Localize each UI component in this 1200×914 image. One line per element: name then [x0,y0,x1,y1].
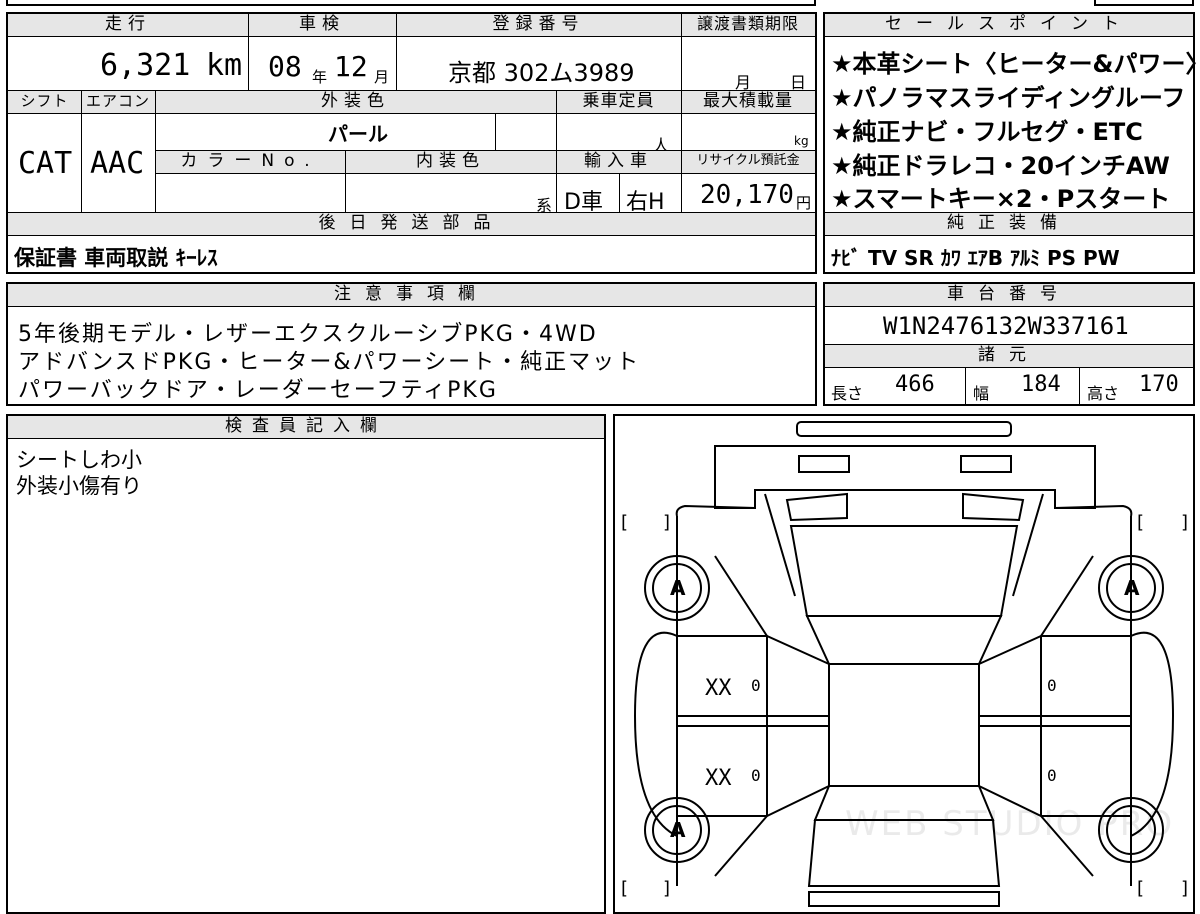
front-left-door-damage: XX [705,676,732,701]
exterior-color-header: 外装色 [155,91,556,113]
capacity-header: 乗車定員 [556,91,681,113]
car-diagram-box: [] [] [] [] A A A XX 0 XX 0 0 0 WEB STUD… [613,414,1195,914]
registration-header: 登録番号 [396,14,681,36]
recycle-header: リサイクル預託金 [681,151,815,173]
registration-number: 京都 302ム3989 [448,59,635,87]
tire-rear-left-grade: A [670,818,686,842]
interior-color-header: 内装色 [345,151,556,173]
svg-text:[: [ [1137,878,1144,899]
top-strip-cutoff [6,0,816,6]
sales-points-box: セールスポイント ★本革シート〈ヒーター&パワー〉 ★パノラマスライディングルー… [823,12,1200,274]
shift-value: CAT [18,146,73,181]
aircon-value: AAC [90,146,145,181]
height-label: 高さ [1087,384,1120,403]
rear-left-door-damage: XX [705,766,732,791]
svg-text:]: ] [1181,878,1188,899]
rear-right-door-code: 0 [1047,766,1057,785]
svg-text:]: ] [663,878,670,899]
front-left-door-code: 0 [751,676,761,695]
mileage-unit: km [206,48,243,83]
chassis-box: 車台番号 W1N2476132W337161 諸元 長さ 466 幅 184 高… [823,282,1195,406]
sales-point-1: ★本革シート〈ヒーター&パワー〉 [831,50,1200,78]
note-line-3: パワーバックドア・レーダーセーフティPKG [18,378,498,403]
width-label: 幅 [973,384,990,403]
inspector-header: 検査員記入欄 [8,416,604,438]
svg-text:]: ] [663,512,670,533]
aircon-header: エアコン [81,91,155,113]
dimensions-header: 諸元 [825,345,1193,367]
inspection-year-unit: 年 [312,68,328,86]
sales-point-2: ★パノラマスライディングルーフ [831,84,1186,112]
inspection-header: 車検 [248,14,396,36]
length-value: 466 [895,372,935,397]
inspection-month: 12 [334,50,368,83]
watermark: WEB STUDIO PRO [845,804,1175,844]
genuine-equipment-value: ﾅﾋﾞ TV SR ｶﾜ ｴｱB ｱﾙﾐ PS PW [831,246,1120,270]
recycle-unit: 円 [796,194,812,212]
mileage-header: 走行 [8,14,248,36]
inspection-month-unit: 月 [374,68,390,86]
max-load-unit: kg [794,134,809,148]
svg-text:]: ] [1181,512,1188,533]
later-parts-value: 保証書 車両取説 ｷｰﾚｽ [14,246,218,270]
inspector-line-2: 外装小傷有り [16,474,142,498]
color-no-header: カラーNo. [155,151,345,173]
notes-box: 注意事項欄 5年後期モデル・レザーエクスクルーシブPKG・4WD アドバンスドP… [6,282,817,406]
tire-front-left-grade: A [670,576,686,600]
svg-text:[: [ [1137,512,1144,533]
main-info-box: 走行 車検 登録番号 譲渡書類期限 6,321 km 08 年 12 月 京都 … [6,12,817,274]
mileage-value: 6,321 [100,48,191,83]
sales-point-4: ★純正ドラレコ・20インチAW [831,152,1170,180]
top-strip-cutoff-right [1094,0,1194,6]
height-value: 170 [1139,372,1179,397]
width-value: 184 [1021,372,1061,397]
sales-point-3: ★純正ナビ・フルセグ・ETC [831,118,1143,146]
svg-text:[: [ [621,512,628,533]
transfer-header: 譲渡書類期限 [681,14,815,36]
import-header: 輸入車 [556,151,681,173]
exterior-color-value: パール [328,122,388,146]
rear-left-door-code: 0 [751,766,761,785]
max-load-header: 最大積載量 [681,91,815,113]
tire-front-right-grade: A [1124,576,1140,600]
chassis-header: 車台番号 [825,284,1193,306]
svg-text:[: [ [621,878,628,899]
inspector-box: 検査員記入欄 シートしわ小 外装小傷有り [6,414,606,914]
later-parts-header: 後日発送部品 [8,213,815,235]
genuine-equipment-header: 純正装備 [825,213,1193,235]
shift-header: シフト [8,91,81,113]
notes-header: 注意事項欄 [8,284,815,306]
front-right-door-code: 0 [1047,676,1057,695]
inspection-year: 08 [268,50,302,83]
sales-points-header: セールスポイント [825,14,1193,36]
sales-point-5: ★スマートキー×2・Pスタート [831,185,1171,213]
recycle-value: 20,170 [700,180,794,210]
length-label: 長さ [831,384,864,403]
chassis-number: W1N2476132W337161 [883,312,1129,340]
